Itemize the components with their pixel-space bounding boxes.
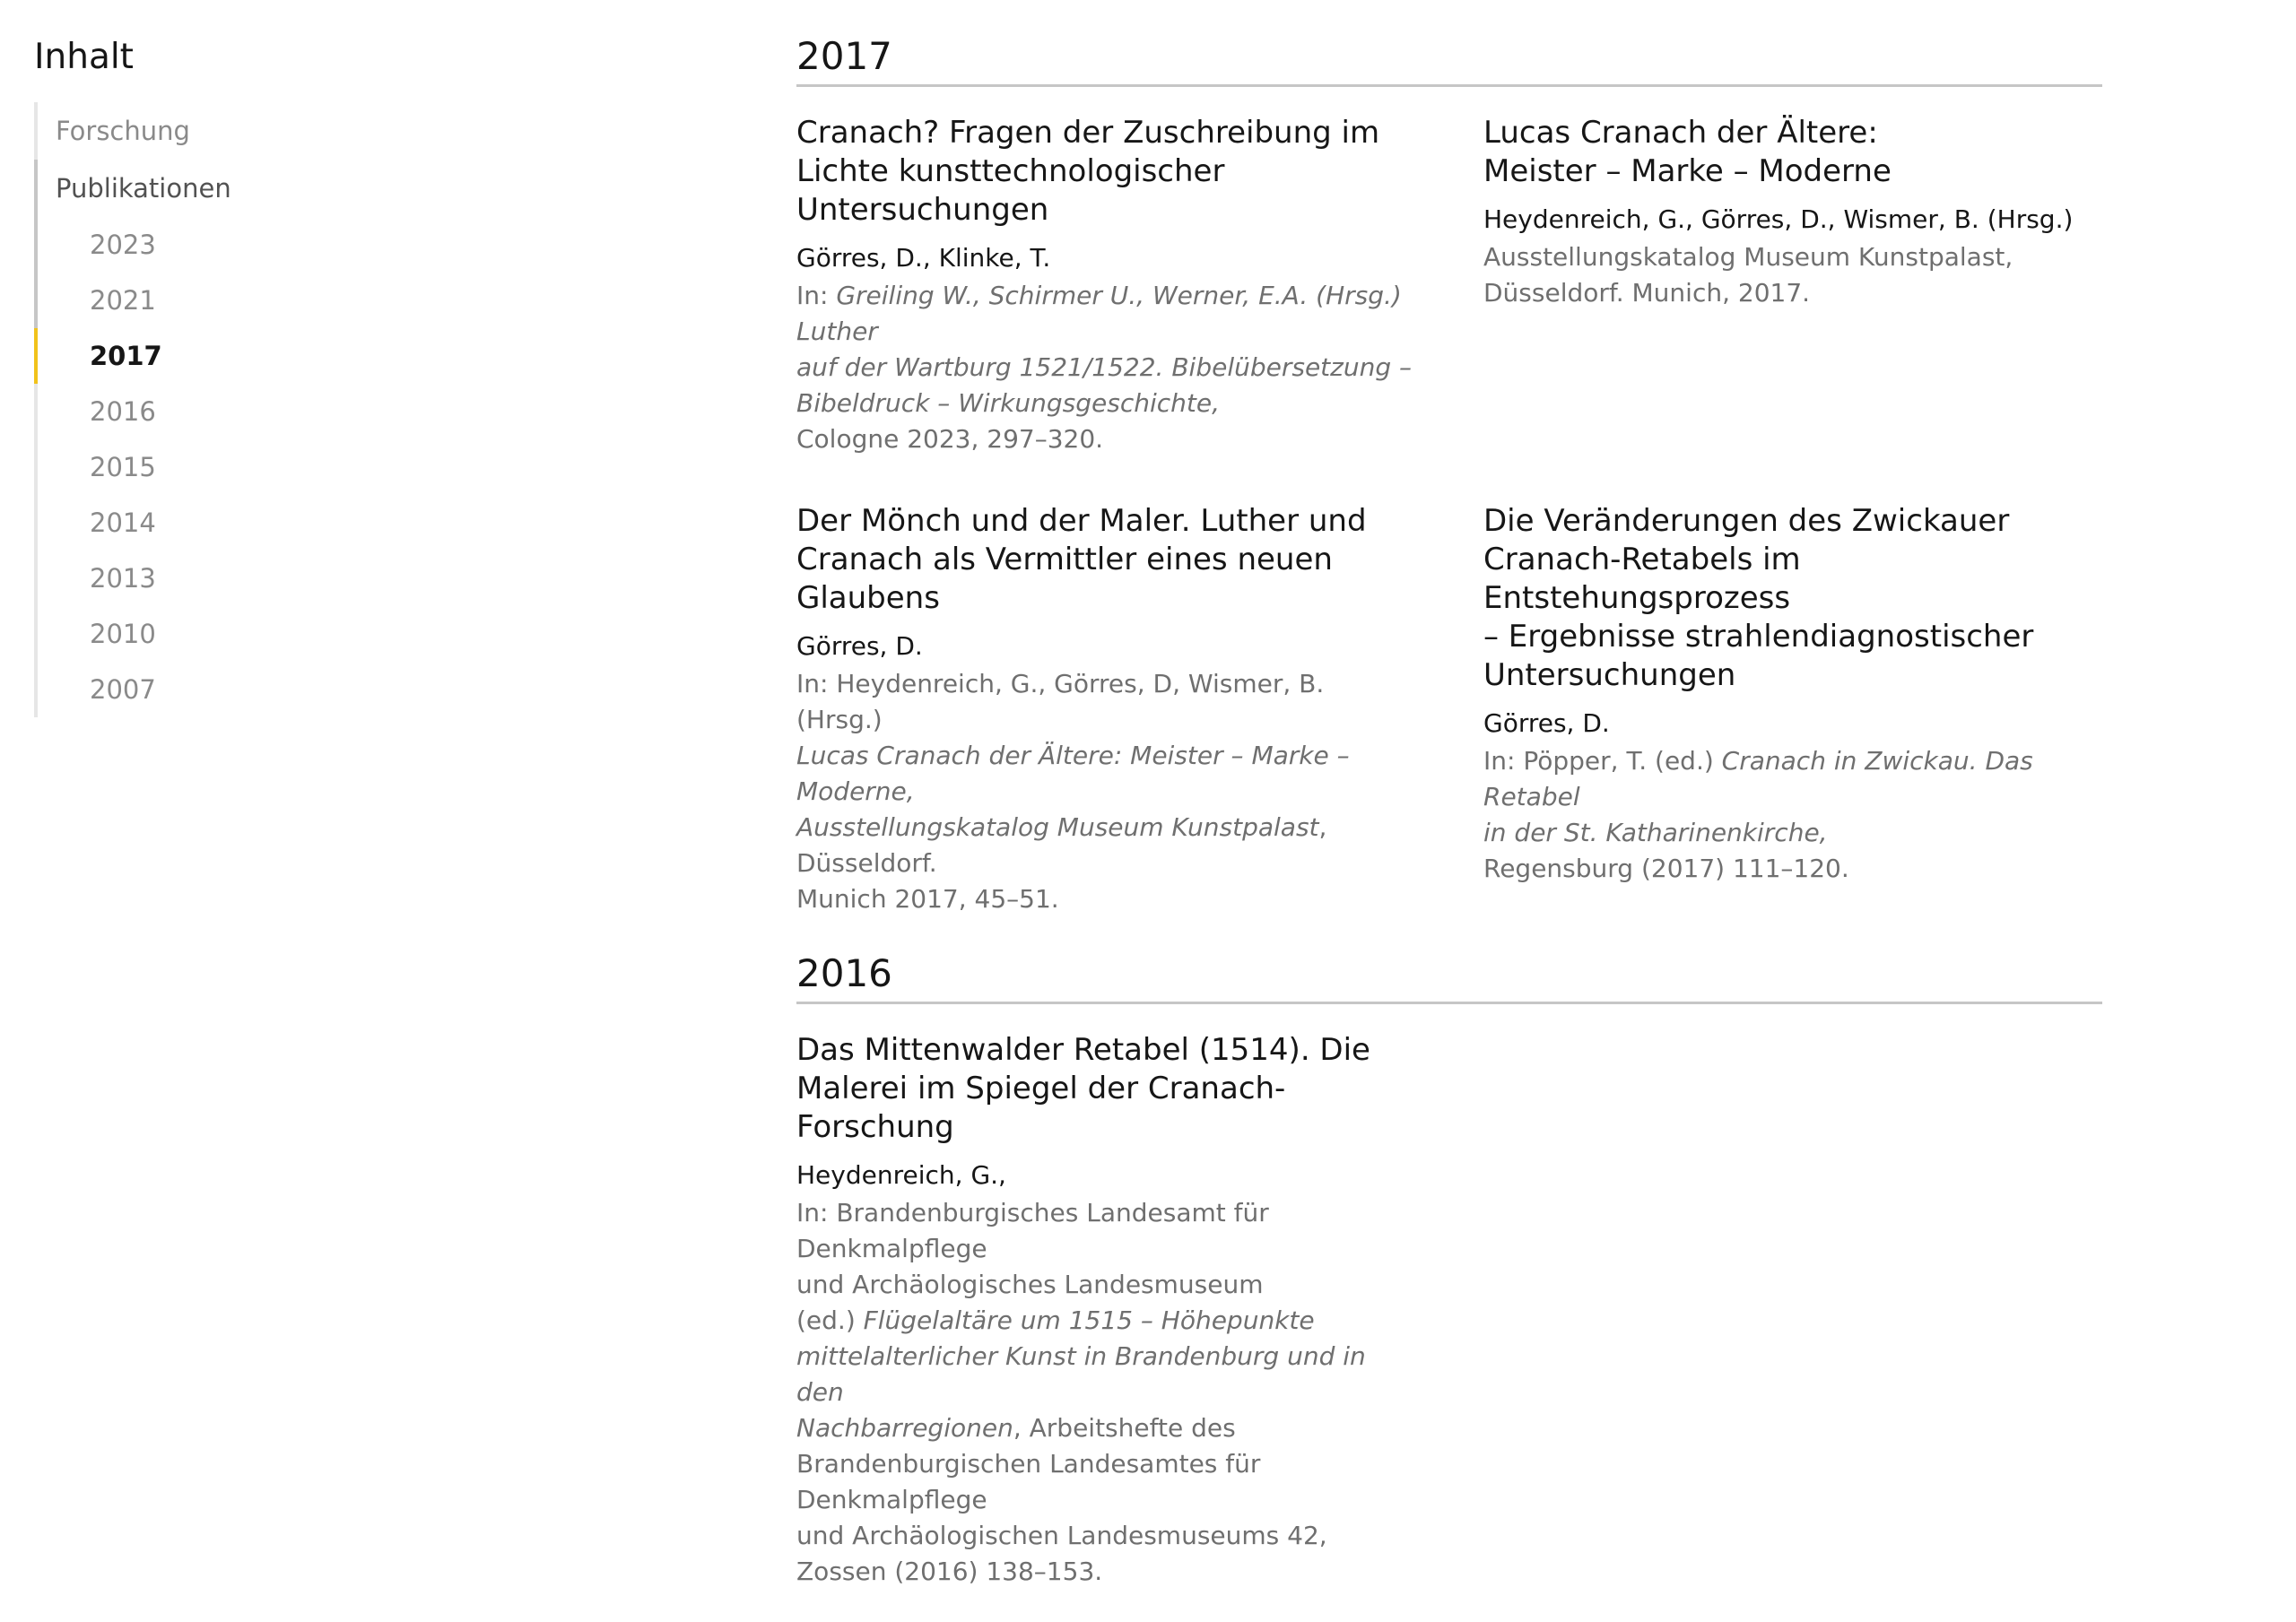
toc-list: Forschung Publikationen 2023 2021 2017 2… xyxy=(34,102,572,717)
publication-source-text: (ed.) xyxy=(796,1305,864,1335)
publication-title: Das Mittenwalder Retabel (1514). Die Male… xyxy=(796,1031,1415,1147)
toc-item-year-2017[interactable]: 2017 xyxy=(34,328,572,384)
publication-title-line: Untersuchungen xyxy=(796,192,1049,228)
toc-title: Inhalt xyxy=(34,37,134,77)
publication-title-line: Cranach-Retabels im Entstehungsprozess xyxy=(1483,542,1801,616)
publication-entry: Cranach? Fragen der Zuschreibung im Licht… xyxy=(796,114,1415,457)
publication-title-line: Glaubens xyxy=(796,580,940,616)
publication-source-text: Brandenburgischen Landesamtes für Denkma… xyxy=(796,1449,1261,1514)
publication-title-line: Meister – Marke – Moderne xyxy=(1483,153,1892,189)
publication-source-text: Munich 2017, 45–51. xyxy=(796,884,1059,914)
publication-title-line: Cranach als Vermittler eines neuen xyxy=(796,542,1333,577)
publication-source-text: In: Brandenburgisches Landesamt für Denk… xyxy=(796,1198,1269,1263)
publication-entry: Die Veränderungen des Zwickauer Cranach-R… xyxy=(1483,502,2102,917)
publication-title: Lucas Cranach der Ältere: Meister – Marke… xyxy=(1483,114,2102,191)
publication-title-line: Lucas Cranach der Ältere: xyxy=(1483,115,1878,151)
toc-item-publikationen[interactable]: Publikationen xyxy=(34,160,572,217)
publication-list: Cranach? Fragen der Zuschreibung im Licht… xyxy=(796,114,2102,917)
publication-authors: Görres, D., Klinke, T. xyxy=(796,243,1051,273)
publication-authors: Görres, D. xyxy=(1483,708,1610,738)
publications-main: 2017 Cranach? Fragen der Zuschreibung im L… xyxy=(796,32,2102,1622)
publication-title-line: – Ergebnisse strahlendiagnostischer xyxy=(1483,619,2034,655)
publication-title-line: Der Mönch und der Maler. Luther und xyxy=(796,503,1367,539)
toc-item-forschung[interactable]: Forschung xyxy=(38,102,572,160)
publication-source-text: Regensburg (2017) 111–120. xyxy=(1483,854,1849,883)
publication-title-line: Untersuchungen xyxy=(1483,657,1736,693)
publication-title-line: Die Veränderungen des Zwickauer xyxy=(1483,503,2010,539)
toc-item-year-2007[interactable]: 2007 xyxy=(38,662,572,717)
toc-item-year-2023[interactable]: 2023 xyxy=(34,217,572,273)
publication-source-title: Lucas Cranach der Ältere: Meister – Mark… xyxy=(796,741,1350,806)
publication-source-title: Greiling W., Schirmer U., Werner, E.A. (… xyxy=(796,281,1402,346)
publication-source-text: Düsseldorf. Munich, 2017. xyxy=(1483,278,1811,308)
publication-source-text: , Arbeitshefte des xyxy=(1013,1413,1236,1443)
publication-source-text: und Archäologischen Landesmuseums 42, xyxy=(796,1521,1327,1550)
publication-source-text: In: xyxy=(796,281,837,310)
publication-source-text: Cologne 2023, 297–320. xyxy=(796,424,1104,454)
publication-title-line: Cranach? Fragen der Zuschreibung im xyxy=(796,115,1380,151)
publication-title-line: Lichte kunsttechnologischer xyxy=(796,153,1225,189)
publication-entry: Lucas Cranach der Ältere: Meister – Marke… xyxy=(1483,114,2102,457)
publication-title-line: Das Mittenwalder Retabel (1514). Die xyxy=(796,1032,1370,1068)
publication-source-title: in der St. Katharinenkirche, xyxy=(1483,818,1828,847)
publication-authors: Heydenreich, G., Görres, D., Wismer, B. … xyxy=(1483,204,2074,234)
year-heading: 2017 xyxy=(796,32,2102,87)
publication-source: In: Greiling W., Schirmer U., Werner, E.… xyxy=(796,278,1415,457)
toc-item-year-2013[interactable]: 2013 xyxy=(38,551,572,606)
publication-title-line: Malerei im Spiegel der Cranach-Forschung xyxy=(796,1071,1286,1145)
publication-title: Cranach? Fragen der Zuschreibung im Licht… xyxy=(796,114,1415,230)
toc-item-year-2015[interactable]: 2015 xyxy=(38,439,572,495)
toc-item-year-2010[interactable]: 2010 xyxy=(38,606,572,662)
publication-list: Das Mittenwalder Retabel (1514). Die Male… xyxy=(796,1031,2102,1590)
publication-source-text: und Archäologisches Landesmuseum xyxy=(796,1270,1264,1299)
publication-entry: Der Mönch und der Maler. Luther und Crana… xyxy=(796,502,1415,917)
publication-source: In: Brandenburgisches Landesamt für Denk… xyxy=(796,1195,1415,1590)
publication-title: Der Mönch und der Maler. Luther und Crana… xyxy=(796,502,1415,618)
publication-source-text: Zossen (2016) 138–153. xyxy=(796,1557,1103,1586)
publication-source-title: Ausstellungskatalog Museum Kunstpalast xyxy=(796,812,1319,842)
table-of-contents: Inhalt Forschung Publikationen 2023 2021… xyxy=(34,36,572,717)
toc-item-year-2014[interactable]: 2014 xyxy=(38,495,572,551)
publication-source-title: auf der Wartburg 1521/1522. Bibelüberset… xyxy=(796,352,1413,382)
publication-source-text: In: Heydenreich, G., Görres, D, Wismer, … xyxy=(796,669,1325,734)
publication-source-text: Ausstellungskatalog Museum Kunstpalast, xyxy=(1483,242,2013,272)
publication-source-title: Nachbarregionen xyxy=(796,1413,1013,1443)
publication-source: In: Heydenreich, G., Görres, D, Wismer, … xyxy=(796,666,1415,917)
toc-item-year-2016[interactable]: 2016 xyxy=(38,384,572,439)
publication-source-text: In: Pöpper, T. (ed.) xyxy=(1483,746,1722,776)
publication-source-title: mittelalterlicher Kunst in Brandenburg u… xyxy=(796,1341,1366,1407)
publication-source-title: Flügelaltäre um 1515 – Höhepunkte xyxy=(863,1305,1315,1335)
year-heading: 2016 xyxy=(796,950,2102,1004)
toc-item-year-2021[interactable]: 2021 xyxy=(34,273,572,328)
publication-entry: Das Mittenwalder Retabel (1514). Die Male… xyxy=(796,1031,1415,1590)
publication-title: Die Veränderungen des Zwickauer Cranach-R… xyxy=(1483,502,2102,695)
publication-source: In: Pöpper, T. (ed.) Cranach in Zwickau.… xyxy=(1483,743,2102,887)
publication-authors: Görres, D. xyxy=(796,631,923,661)
publication-source: Ausstellungskatalog Museum Kunstpalast, D… xyxy=(1483,239,2102,311)
publication-source-title: Bibeldruck – Wirkungsgeschichte, xyxy=(796,388,1221,418)
publication-authors: Heydenreich, G., xyxy=(796,1160,1006,1190)
